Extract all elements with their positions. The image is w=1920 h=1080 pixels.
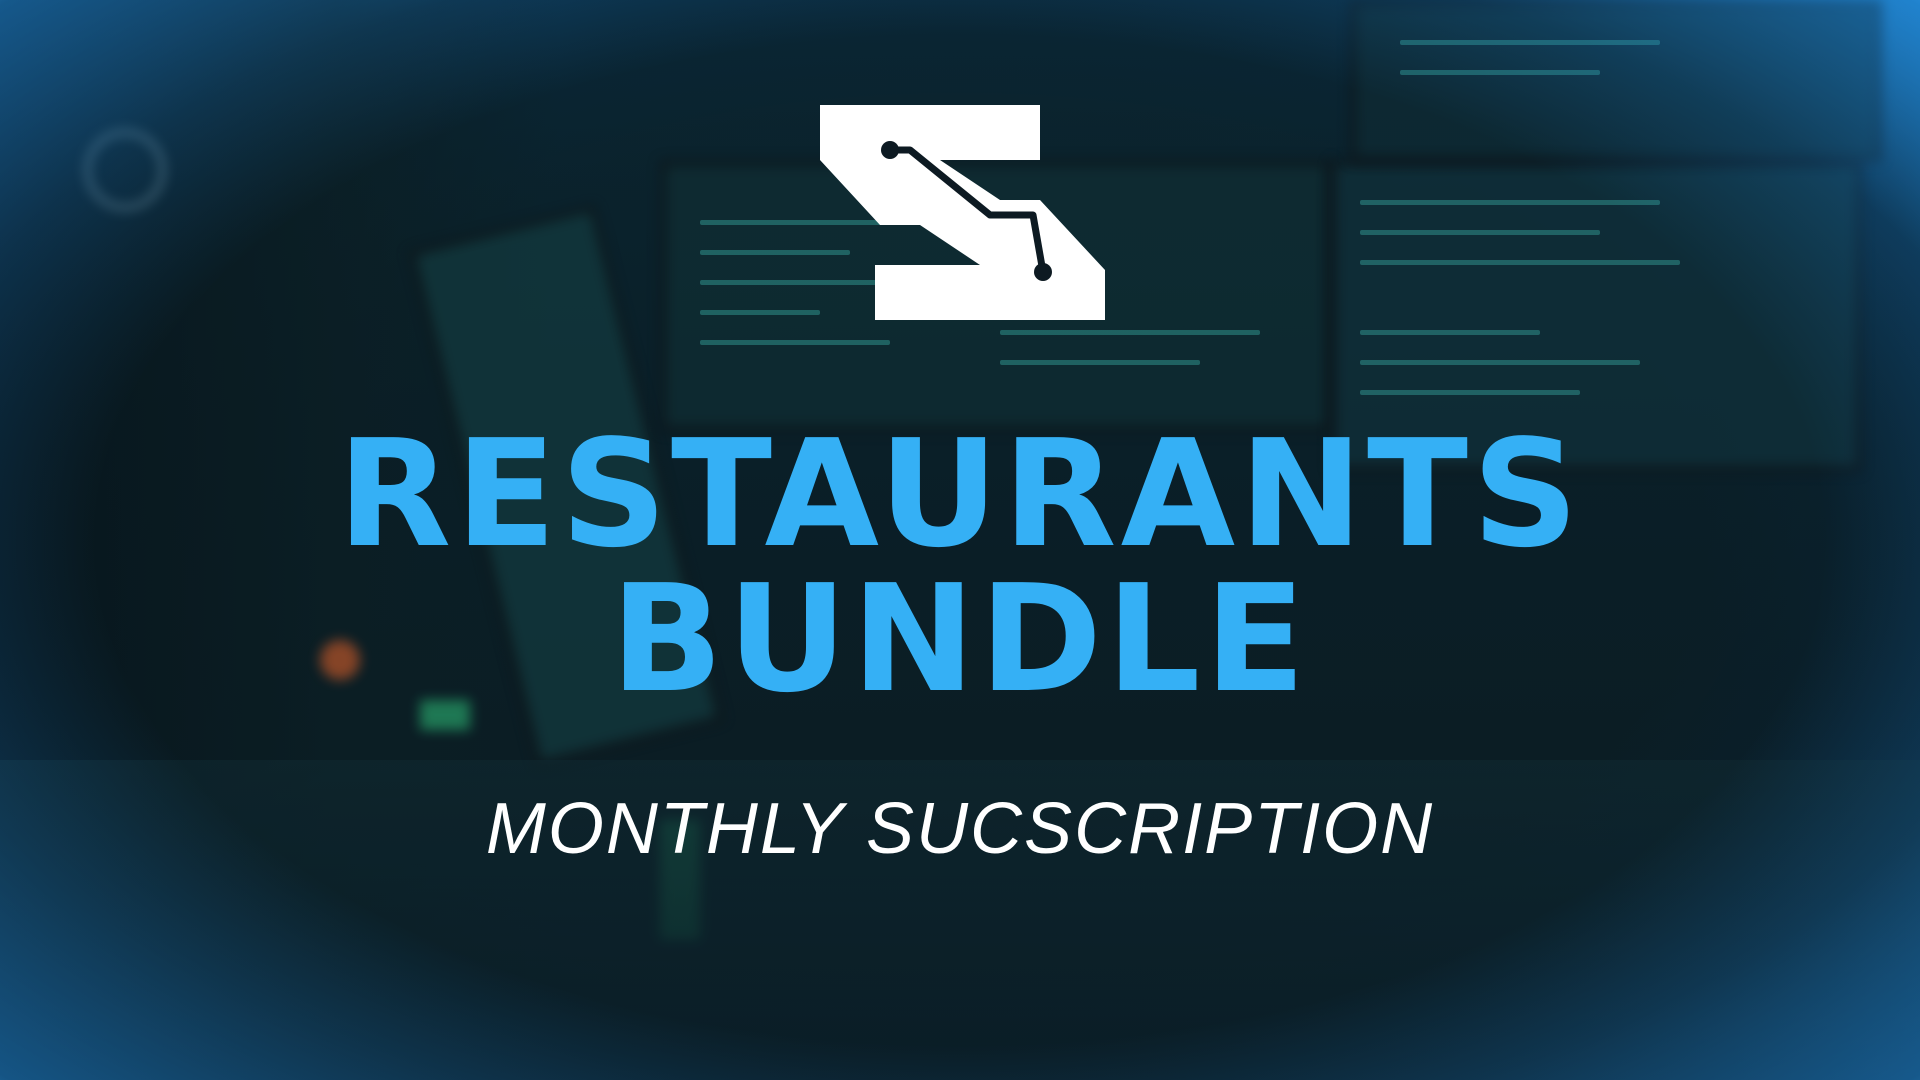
background-code-line xyxy=(1400,70,1600,75)
background-code-line xyxy=(700,340,890,345)
background-code-line xyxy=(700,310,820,315)
background-code-line xyxy=(1360,330,1540,335)
hero-banner: RESTAURANTS BUNDLE MONTHLY SUCSCRIPTION xyxy=(0,0,1920,1080)
background-code-line xyxy=(1400,40,1660,45)
title-line-2: BUNDLE xyxy=(610,553,1310,725)
background-sticker xyxy=(85,130,165,210)
background-monitor-upper-right xyxy=(1350,0,1882,162)
background-code-line xyxy=(1360,390,1580,395)
background-code-line xyxy=(1360,360,1640,365)
subtitle: MONTHLY SUCSCRIPTION xyxy=(485,789,1435,869)
background-code-line xyxy=(1360,200,1660,205)
background-code-line xyxy=(1000,330,1260,335)
background-code-line xyxy=(1360,230,1600,235)
background-code-line xyxy=(1360,260,1680,265)
background-code-line xyxy=(1000,360,1200,365)
title-line-1: RESTAURANTS xyxy=(337,408,1583,580)
s-circuit-logo-icon xyxy=(820,105,1105,320)
